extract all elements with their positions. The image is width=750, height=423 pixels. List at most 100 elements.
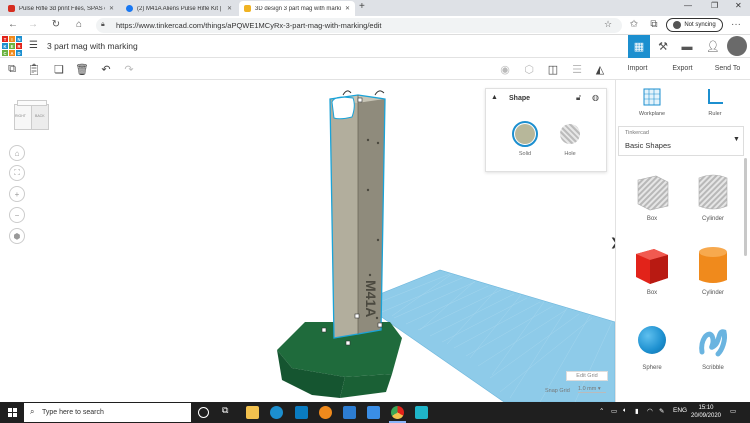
favorites-icon[interactable]: ✩ <box>627 19 641 30</box>
perspective-button[interactable]: ⬢ <box>9 228 25 244</box>
export-button[interactable]: Export <box>660 58 705 79</box>
magazine-body-shape[interactable]: M41A <box>329 94 386 339</box>
paste-icon[interactable]: 📋︎ <box>26 61 42 77</box>
cortana-icon[interactable] <box>198 407 209 418</box>
ruler-tool[interactable]: Ruler <box>695 88 735 117</box>
minus-icon: − <box>14 210 20 220</box>
lock-icon[interactable]: 🔓︎ <box>576 93 581 103</box>
maximize-window-icon[interactable]: ❐ <box>711 1 718 10</box>
file-explorer-icon[interactable] <box>246 406 259 419</box>
design-title[interactable]: 3 part mag with marking <box>47 41 138 51</box>
blocks-view-button[interactable]: ⚒ <box>652 35 674 58</box>
orange-cylinder-icon <box>699 247 727 283</box>
undo-icon[interactable]: ↶ <box>98 61 114 77</box>
new-tab-button[interactable]: + <box>359 1 365 12</box>
notifications-icon[interactable]: ▭ <box>730 407 736 415</box>
align-icon[interactable]: ☰ <box>569 61 585 77</box>
close-tab-icon[interactable]: ✕ <box>223 5 232 12</box>
redo-icon[interactable]: ↷ <box>121 61 137 77</box>
firefox-icon[interactable] <box>319 406 332 419</box>
design-menu-icon[interactable]: ☰ <box>29 40 38 51</box>
collapse-caret-icon[interactable]: ▲ <box>491 94 498 101</box>
browser-tab-m41a-kit[interactable]: (2) M41A Aliens Pulse Rifle Kit | F ✕ <box>121 1 237 16</box>
zoom-in-button[interactable]: + <box>9 186 25 202</box>
shape-cylinder-hole[interactable] <box>696 172 730 212</box>
shape-cylinder-label: Cylinder <box>701 290 724 296</box>
address-bar[interactable]: https://www.tinkercad.com/things/aPQWE1M… <box>96 18 622 33</box>
close-window-icon[interactable]: ✕ <box>735 1 742 10</box>
import-button[interactable]: Import <box>615 58 660 79</box>
windows-start-icon[interactable] <box>8 408 17 417</box>
solid-option[interactable] <box>512 121 538 147</box>
delete-icon[interactable]: 🗑︎ <box>74 61 90 77</box>
fit-all-icon: ⛶ <box>14 168 20 177</box>
app-l-icon[interactable] <box>295 406 308 419</box>
mail-icon[interactable] <box>343 406 356 419</box>
copy-icon[interactable]: ⧉ <box>4 61 20 77</box>
bricks-view-button[interactable]: ▬ <box>676 35 698 58</box>
note-icon[interactable]: ◉ <box>497 61 513 77</box>
edge-browser-icon[interactable] <box>270 406 283 419</box>
close-tab-icon[interactable]: ✕ <box>105 5 114 12</box>
3d-view-grid-button[interactable]: ▦ <box>628 35 650 58</box>
shape-box-hole[interactable] <box>632 172 672 212</box>
edit-grid-button[interactable]: Edit Grid <box>566 371 608 381</box>
browser-tab-3d-design[interactable]: 3D design 3 part mag with marki ✕ <box>239 1 355 16</box>
battery-icon[interactable]: ▮ <box>635 407 639 415</box>
tray-expand-icon[interactable]: ⌃ <box>599 407 604 415</box>
forward-arrow-icon[interactable]: → <box>26 19 40 30</box>
back-arrow-icon[interactable]: ← <box>6 19 20 30</box>
plus-icon: + <box>14 189 20 199</box>
group-icon[interactable]: ⬡ <box>521 61 537 77</box>
send-to-button[interactable]: Send To <box>705 58 750 79</box>
browser-menu-icon[interactable]: ··· <box>729 19 743 30</box>
system-clock[interactable]: 15:10 20/09/2020 <box>690 404 722 420</box>
grid-icon: ▦ <box>633 41 645 53</box>
volume-icon[interactable]: 🔈︎ <box>623 407 627 415</box>
reload-icon[interactable]: ↻ <box>49 19 63 30</box>
light-bulb-icon[interactable]: ◍ <box>592 93 599 102</box>
fit-view-button[interactable]: ⛶ <box>9 165 25 181</box>
shape-library-dropdown[interactable]: Tinkercad Basic Shapes ▼ <box>618 126 744 156</box>
shapes-panel-scrollbar[interactable] <box>744 158 747 256</box>
collections-icon[interactable]: ⧉ <box>647 19 661 30</box>
scribble-icon <box>699 329 727 357</box>
mirror-icon[interactable]: ◭ <box>592 61 608 77</box>
shape-sphere[interactable] <box>638 326 666 354</box>
zoom-out-button[interactable]: − <box>9 207 25 223</box>
language-indicator[interactable]: ENG <box>673 407 687 414</box>
tinkercad-logo[interactable]: T I N K E R C A D <box>2 36 22 56</box>
facebook-favicon-icon <box>126 5 133 12</box>
home-icon[interactable]: ⌂ <box>72 19 86 30</box>
app-c-icon[interactable] <box>415 406 428 419</box>
close-tab-icon[interactable]: ✕ <box>341 5 350 12</box>
chrome-icon[interactable] <box>391 406 404 419</box>
minimize-window-icon[interactable]: — <box>684 1 692 10</box>
user-avatar[interactable] <box>727 36 747 56</box>
duplicate-icon[interactable]: ❏ <box>51 61 67 77</box>
store-icon[interactable] <box>367 406 380 419</box>
workplane-tool[interactable]: Workplane <box>632 88 672 117</box>
ungroup-icon[interactable]: ◫ <box>545 61 561 77</box>
lock-icon[interactable]: 🔒︎ <box>101 21 105 29</box>
view-cube[interactable]: RIGHT BACK <box>14 100 50 134</box>
hole-option[interactable] <box>560 124 580 144</box>
shape-scribble[interactable] <box>698 324 728 358</box>
cylinder-hole-icon <box>698 174 728 210</box>
pen-icon[interactable]: ✎ <box>659 407 664 415</box>
network-icon[interactable]: ▭ <box>611 407 617 415</box>
taskbar-search-box[interactable]: ⌕ Type here to search <box>24 403 191 422</box>
viewcube-right-label: RIGHT <box>15 114 26 118</box>
m41a-marking-text: M41A <box>363 280 379 317</box>
browser-tab-pulse-rifle-files[interactable]: Pulse Rifle 3d print Files, SPAS cr ✕ <box>3 1 119 16</box>
wifi-icon[interactable]: ◠ <box>647 407 653 415</box>
home-view-button[interactable]: ⌂ <box>9 145 25 161</box>
shape-cylinder[interactable] <box>697 246 729 286</box>
add-user-button[interactable]: 👤︎ <box>702 35 724 58</box>
bookmark-star-icon[interactable]: ☆ <box>604 19 612 30</box>
task-view-icon[interactable]: ⧉ <box>222 405 228 416</box>
snap-grid-select[interactable]: 1.0 mm ▾ <box>578 386 606 393</box>
sync-status-button[interactable]: Not syncing <box>666 18 723 32</box>
shape-box[interactable] <box>634 246 670 286</box>
rotate-handle-icons[interactable] <box>342 90 385 96</box>
